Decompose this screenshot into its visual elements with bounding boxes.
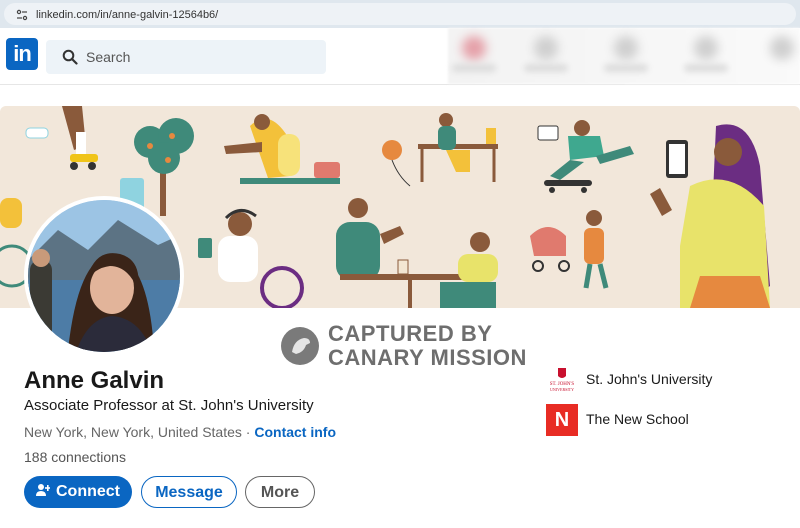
canary-mission-watermark: CAPTURED BY CANARY MISSION [280,320,540,372]
education-name: St. John's University [586,371,713,387]
location-separator: · [241,424,255,440]
education-name: The New School [586,411,689,427]
bird-icon [281,327,319,365]
blurred-nav-icon [694,36,718,60]
linkedin-logo[interactable]: in [6,38,38,70]
message-button[interactable]: Message [141,476,237,508]
blurred-nav-label [684,64,728,72]
blurred-nav-icon [534,36,558,60]
profile-location-line: New York, New York, United States · Cont… [24,424,336,440]
search-icon [62,49,78,65]
contact-info-link[interactable]: Contact info [254,424,336,440]
browser-address-bar: linkedin.com/in/anne-galvin-12564b6/ [0,0,800,28]
add-person-icon [36,484,50,496]
profile-photo-image [28,200,180,352]
top-navigation: in Search [0,28,800,85]
blurred-nav-label [452,64,496,72]
search-input[interactable]: Search [46,40,326,74]
blurred-nav-icon [462,36,486,60]
profile-headline: Associate Professor at St. John's Univer… [24,397,314,414]
connect-button[interactable]: Connect [24,476,132,508]
blurred-nav-icon [770,36,794,60]
address-field[interactable]: linkedin.com/in/anne-galvin-12564b6/ [4,3,796,25]
search-placeholder: Search [86,49,131,65]
profile-location: New York, New York, United States [24,424,242,440]
watermark-line-2: CANARY MISSION [328,345,527,370]
more-button[interactable]: More [245,476,315,508]
st-johns-university-logo: ST. JOHN'S UNIVERSITY [546,364,578,396]
connect-label: Connect [56,483,120,500]
profile-photo[interactable] [24,196,184,356]
profile-name: Anne Galvin [24,367,165,394]
watermark-line-1: CAPTURED BY [328,321,493,346]
blurred-nav-label [604,64,648,72]
site-settings-icon[interactable] [16,9,28,21]
connections-count[interactable]: 188 connections [24,449,126,465]
url-text[interactable]: linkedin.com/in/anne-galvin-12564b6/ [36,9,218,21]
blurred-nav-label [524,64,568,72]
st-johns-logo-text-2: UNIVERSITY [550,387,574,392]
new-school-logo: N [546,404,578,436]
blurred-nav-items [448,28,800,84]
blurred-nav-icon [614,36,638,60]
